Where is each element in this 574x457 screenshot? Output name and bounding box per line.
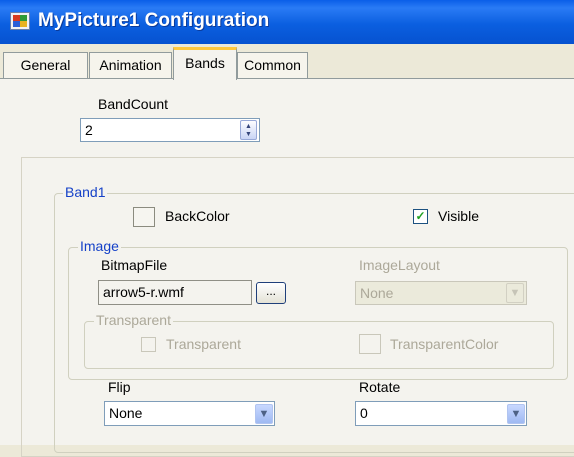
imagelayout-select[interactable]: None <box>355 281 527 305</box>
browse-button[interactable]: ... <box>256 282 286 304</box>
image-group-title: Image <box>78 238 121 254</box>
backcolor-swatch[interactable] <box>133 207 155 227</box>
band-count-label: BandCount <box>98 96 169 112</box>
tab-general[interactable]: General <box>3 52 88 78</box>
transparentcolor-swatch[interactable] <box>359 334 381 354</box>
band-count-input[interactable]: 2 <box>80 118 260 142</box>
imagelayout-value: None <box>360 285 394 301</box>
visible-checkbox[interactable]: ✓ <box>413 209 428 224</box>
checkmark-icon: ✓ <box>415 209 426 223</box>
rotate-select[interactable]: 0 <box>355 401 527 426</box>
transparent-checkbox[interactable] <box>141 337 156 352</box>
window-title: MyPicture1 Configuration <box>38 10 270 31</box>
flip-label: Flip <box>108 379 131 395</box>
tab-bands[interactable]: Bands <box>173 47 237 80</box>
backcolor-label: BackColor <box>165 208 230 224</box>
bitmapfile-input[interactable]: arrow5-r.wmf <box>98 280 252 305</box>
imagelayout-label: ImageLayout <box>359 257 440 273</box>
bitmapfile-value: arrow5-r.wmf <box>103 284 184 300</box>
transparentcolor-label: TransparentColor <box>390 336 499 352</box>
spin-up-down-icon[interactable]: ▲ ▼ <box>240 120 257 140</box>
tab-common[interactable]: Common <box>237 52 308 78</box>
rotate-label: Rotate <box>359 379 401 395</box>
transparent-label: Transparent <box>166 336 241 352</box>
visible-label: Visible <box>438 208 479 224</box>
tab-animation[interactable]: Animation <box>89 52 172 78</box>
rotate-value: 0 <box>360 405 368 421</box>
band1-group-title: Band1 <box>63 184 108 200</box>
transparent-group-title: Transparent <box>94 312 173 328</box>
title-bar[interactable]: MyPicture1 Configuration <box>0 0 574 44</box>
app-window-icon <box>10 12 30 30</box>
chevron-down-icon[interactable]: ▼ <box>506 283 524 303</box>
chevron-down-icon[interactable]: ▼ <box>255 404 273 424</box>
flip-value: None <box>109 405 143 421</box>
flip-select[interactable]: None <box>104 401 275 426</box>
chevron-down-icon[interactable]: ▼ <box>507 404 525 424</box>
bitmapfile-label: BitmapFile <box>101 257 168 273</box>
band-count-value: 2 <box>85 122 93 138</box>
